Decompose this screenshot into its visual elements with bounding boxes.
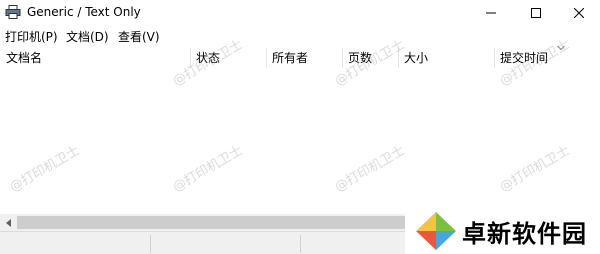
brand-name: 卓新软件园 bbox=[462, 220, 587, 248]
column-header-pages[interactable]: 页数 bbox=[342, 46, 398, 70]
status-divider bbox=[150, 235, 151, 253]
sort-chevron-icon bbox=[557, 45, 565, 51]
menu-printer[interactable]: 打印机(P) bbox=[5, 28, 58, 45]
chevron-left-icon bbox=[5, 218, 11, 227]
maximize-icon bbox=[531, 8, 541, 18]
column-header-owner[interactable]: 所有者 bbox=[266, 46, 342, 70]
column-header-document-name[interactable]: 文档名 bbox=[0, 46, 190, 70]
close-icon bbox=[574, 8, 584, 18]
document-list[interactable] bbox=[0, 70, 600, 214]
menu-view[interactable]: 查看(V) bbox=[118, 28, 160, 45]
scroll-left-button[interactable] bbox=[0, 214, 17, 231]
column-header-status[interactable]: 状态 bbox=[190, 46, 266, 70]
printer-icon bbox=[5, 5, 21, 19]
brand-overlay: 卓新软件园 bbox=[405, 208, 600, 254]
column-header-submitted[interactable]: 提交时间 bbox=[494, 46, 600, 70]
menu-bar: 打印机(P) 文档(D) 查看(V) bbox=[0, 26, 600, 46]
menu-document[interactable]: 文档(D) bbox=[66, 28, 109, 45]
brand-logo-icon bbox=[416, 212, 456, 250]
title-bar: Generic / Text Only bbox=[0, 0, 600, 26]
column-header-size[interactable]: 大小 bbox=[398, 46, 494, 70]
column-header: 文档名 状态 所有者 页数 大小 提交时间 bbox=[0, 46, 600, 70]
minimize-button[interactable] bbox=[468, 0, 514, 26]
maximize-button[interactable] bbox=[513, 0, 559, 26]
window-title: Generic / Text Only bbox=[27, 5, 141, 19]
scrollbar-thumb[interactable] bbox=[17, 216, 412, 229]
close-button[interactable] bbox=[556, 0, 600, 26]
minimize-icon bbox=[486, 12, 496, 14]
status-divider bbox=[300, 235, 301, 253]
